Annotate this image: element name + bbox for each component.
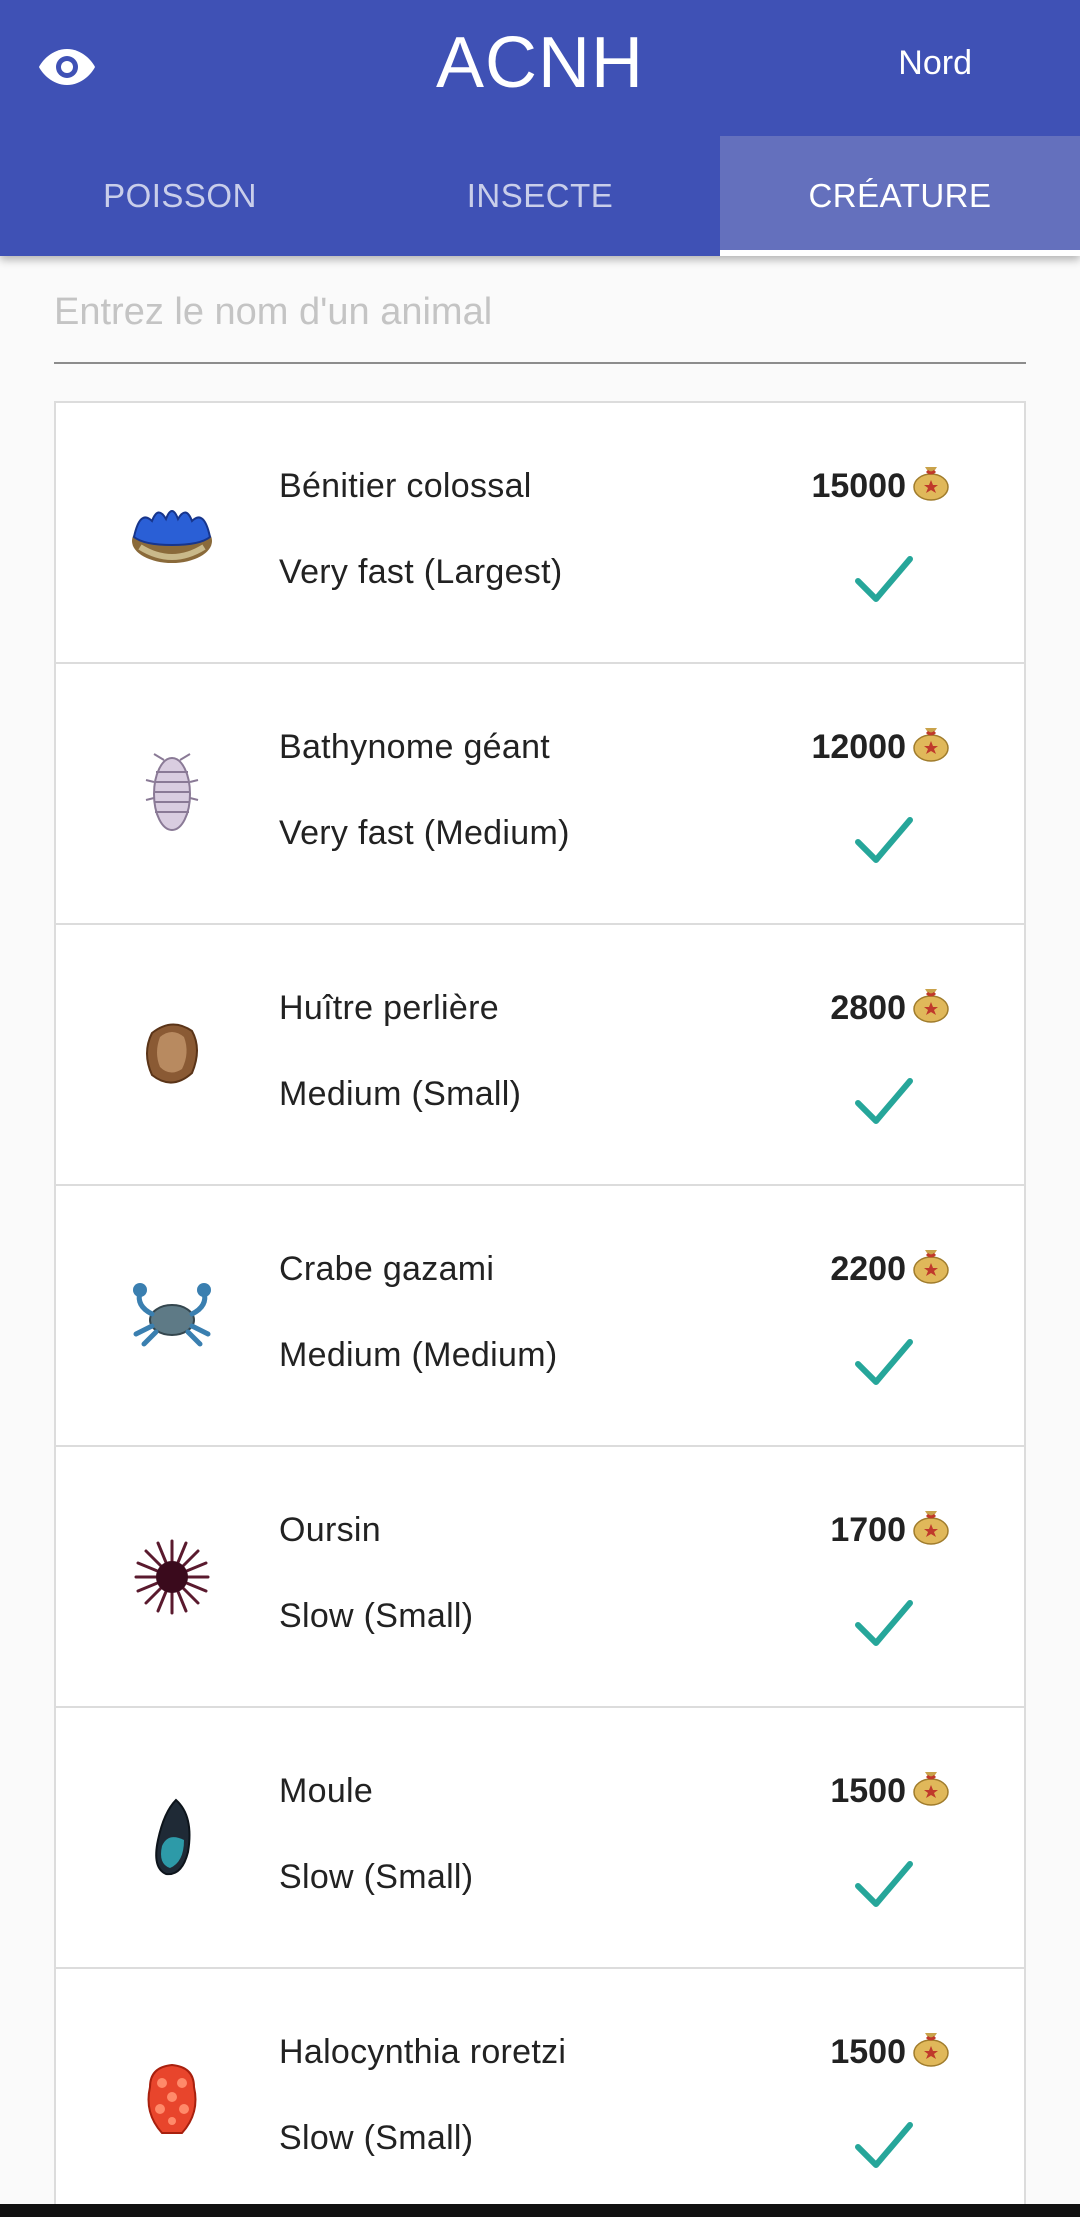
search-field [54, 272, 1026, 364]
creature-price: 12000 [811, 728, 906, 766]
creature-price: 1500 [830, 1772, 906, 1810]
bell-bag-icon [913, 1772, 949, 1806]
list-item[interactable]: Halocynthia roretzi Slow (Small) 1500 [56, 1969, 1024, 2215]
toolbar: ACNH Nord [0, 0, 1080, 136]
creature-price: 1500 [830, 2033, 906, 2071]
creature-name: Crabe gazami [279, 1250, 495, 1288]
creature-speed: Medium (Small) [279, 1075, 522, 1113]
tab-creature[interactable]: CRÉATURE [720, 136, 1080, 256]
creature-speed: Very fast (Medium) [279, 814, 570, 852]
creature-list: Bénitier colossal Very fast (Largest) 15… [54, 401, 1026, 2217]
tab-insecte[interactable]: INSECTE [360, 136, 720, 256]
creature-speed: Very fast (Largest) [279, 553, 563, 591]
app-bar: ACNH Nord POISSON INSECTE CRÉATURE [0, 0, 1080, 256]
list-item[interactable]: Bathynome géant Very fast (Medium) 12000 [56, 664, 1024, 925]
creature-speed: Slow (Small) [279, 1597, 474, 1635]
caught-check-icon[interactable] [854, 816, 914, 864]
creature-name: Moule [279, 1772, 374, 1810]
system-nav-bar [0, 2204, 1080, 2217]
creature-price: 2800 [830, 989, 906, 1027]
caught-check-icon[interactable] [854, 1077, 914, 1125]
category-tabs: POISSON INSECTE CRÉATURE [0, 136, 1080, 256]
sea-pineapple-icon [147, 2063, 197, 2134]
mussel-icon [155, 1798, 191, 1876]
search-input[interactable] [54, 272, 1026, 352]
creature-price: 1700 [830, 1511, 906, 1549]
creature-speed: Slow (Small) [279, 1858, 474, 1896]
bell-bag-icon [913, 1250, 949, 1284]
hemisphere-toggle[interactable]: Nord [898, 44, 972, 83]
list-item[interactable]: Huître perlière Medium (Small) 2800 [56, 925, 1024, 1186]
creature-name: Bathynome géant [279, 728, 551, 766]
creature-price: 2200 [830, 1250, 906, 1288]
bell-bag-icon [913, 728, 949, 762]
bell-bag-icon [913, 989, 949, 1023]
pearl-oyster-icon [146, 1023, 198, 1084]
creature-name: Bénitier colossal [279, 467, 532, 505]
giant-isopod-icon [145, 753, 199, 831]
gazami-crab-icon [133, 1283, 211, 1347]
list-item[interactable]: Crabe gazami Medium (Medium) 2200 [56, 1186, 1024, 1447]
creature-speed: Slow (Small) [279, 2119, 474, 2157]
bell-bag-icon [913, 1511, 949, 1545]
caught-check-icon[interactable] [854, 555, 914, 603]
tab-poisson[interactable]: POISSON [0, 136, 360, 256]
list-item[interactable]: Moule Slow (Small) 1500 [56, 1708, 1024, 1969]
bell-bag-icon [913, 467, 949, 501]
list-item[interactable]: Bénitier colossal Very fast (Largest) 15… [56, 403, 1024, 664]
caught-check-icon[interactable] [854, 1599, 914, 1647]
creature-name: Huître perlière [279, 989, 499, 1027]
creature-name: Oursin [279, 1511, 381, 1549]
creature-price: 15000 [811, 467, 906, 505]
caught-check-icon[interactable] [854, 1860, 914, 1908]
sea-urchin-icon [134, 1539, 210, 1615]
list-item[interactable]: Oursin Slow (Small) 1700 [56, 1447, 1024, 1708]
caught-check-icon[interactable] [854, 1338, 914, 1386]
bell-bag-icon [913, 2033, 949, 2067]
caught-check-icon[interactable] [854, 2121, 914, 2169]
creature-speed: Medium (Medium) [279, 1336, 558, 1374]
giant-clam-icon [132, 510, 212, 563]
creature-name: Halocynthia roretzi [279, 2033, 567, 2071]
